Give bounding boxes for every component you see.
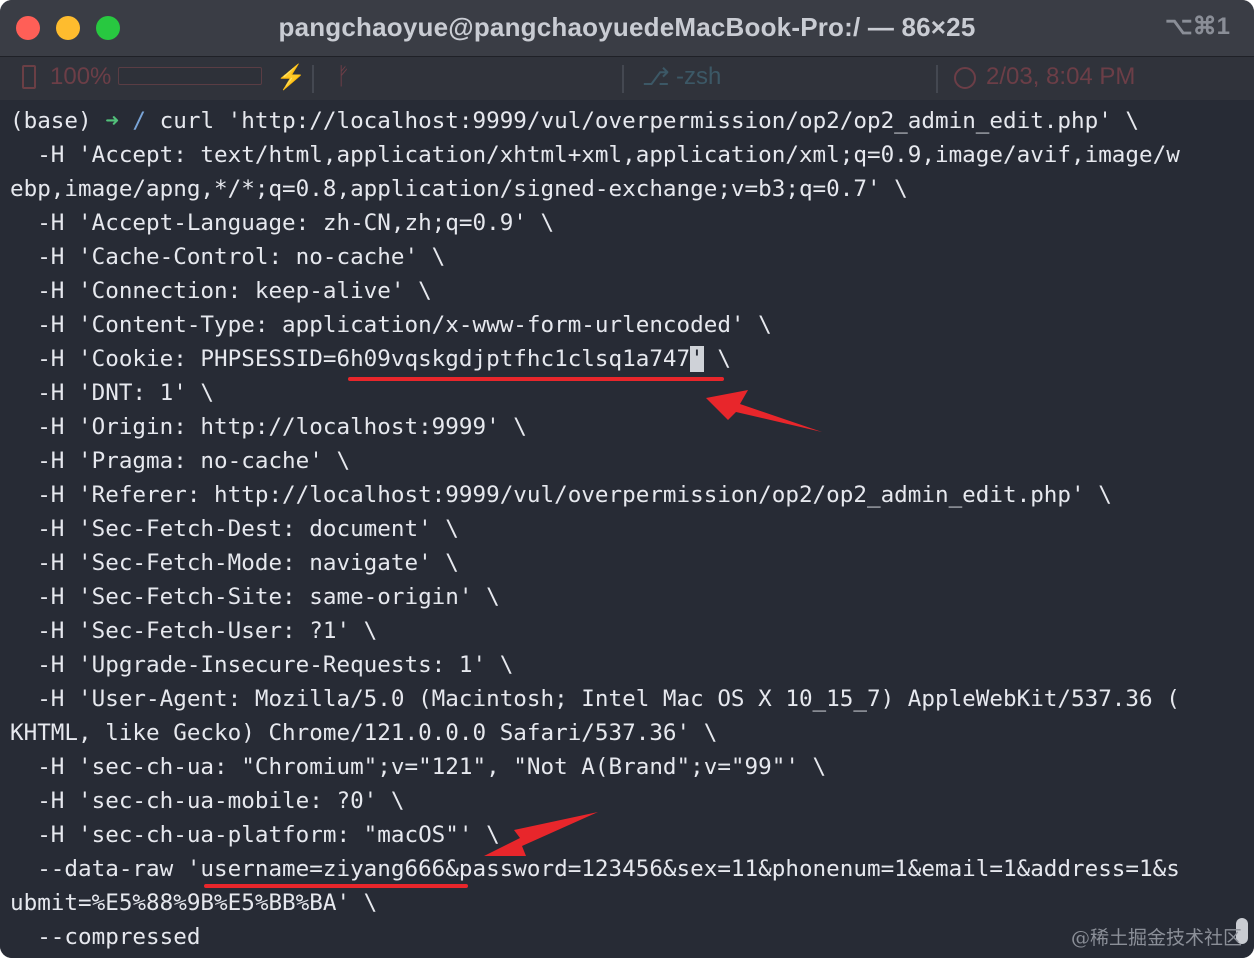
shell-name: -zsh	[676, 63, 722, 90]
status-divider	[312, 65, 314, 93]
text-cursor: '	[690, 346, 704, 372]
terminal-line: ubmit=%E5%88%9B%E5%BB%BA' \	[10, 890, 378, 916]
terminal-line-cookie: -H 'Cookie: PHPSESSID=6h09vqskgdjptfhc1c…	[10, 342, 731, 376]
terminal-line: -H 'Content-Type: application/x-www-form…	[10, 312, 772, 338]
cookie-header-text: -H 'Cookie: PHPSESSID=6h09vqskgdjptfhc1c…	[10, 346, 691, 372]
terminal-line: -H 'Connection: keep-alive' \	[10, 278, 432, 304]
terminal-line: -H 'DNT: 1' \	[10, 380, 215, 406]
battery-level-bar	[118, 67, 262, 85]
terminal-line: -H 'Pragma: no-cache' \	[10, 448, 351, 474]
terminal-line: KHTML, like Gecko) Chrome/121.0.0.0 Safa…	[10, 720, 718, 746]
status-datetime: 2/03, 8:04 PM	[986, 63, 1136, 90]
git-icon: ⎇	[642, 64, 670, 91]
terminal-line: -H 'Upgrade-Insecure-Requests: 1' \	[10, 652, 514, 678]
command-text: curl 'http://localhost:9999/vul/overperm…	[159, 108, 1140, 134]
username-underline-annotation	[204, 884, 468, 888]
terminal-line: --data-raw 'username=ziyang666&password=…	[10, 856, 1180, 882]
terminal-line: -H 'Sec-Fetch-User: ?1' \	[10, 618, 378, 644]
battery-icon	[22, 65, 36, 89]
window-title: pangchaoyue@pangchaoyuedeMacBook-Pro:/ —…	[278, 12, 976, 42]
terminal-output[interactable]: (base) ➜ / curl 'http://localhost:9999/v…	[0, 100, 1254, 958]
terminal-line: -H 'sec-ch-ua-mobile: ?0' \	[10, 788, 405, 814]
terminal-line: -H 'Sec-Fetch-Dest: document' \	[10, 516, 459, 542]
line-continuation: \	[703, 346, 731, 372]
watermark: @稀土掘金技术社区	[1070, 927, 1242, 949]
terminal-line: -H 'sec-ch-ua-platform: "macOS"' \	[10, 822, 500, 848]
terminal-line: (base) ➜ / curl 'http://localhost:9999/v…	[10, 104, 1139, 138]
prompt-env: (base)	[10, 108, 106, 134]
terminal-window: pangchaoyue@pangchaoyuedeMacBook-Pro:/ —…	[0, 0, 1254, 958]
title-bar: pangchaoyue@pangchaoyuedeMacBook-Pro:/ —…	[0, 0, 1254, 57]
terminal-line: ebp,image/apng,*/*;q=0.8,application/sig…	[10, 176, 908, 202]
status-divider	[622, 65, 624, 93]
clock-icon	[954, 67, 976, 89]
terminal-line: --compressed	[10, 924, 201, 950]
terminal-line: -H 'Accept: text/html,application/xhtml+…	[10, 142, 1180, 168]
cookie-underline-annotation	[348, 377, 724, 381]
terminal-line: -H 'Accept-Language: zh-CN,zh;q=0.9' \	[10, 210, 555, 236]
branch-icon: ᚠ	[336, 63, 351, 90]
terminal-line: -H 'Sec-Fetch-Mode: navigate' \	[10, 550, 459, 576]
terminal-line: -H 'Sec-Fetch-Site: same-origin' \	[10, 584, 500, 610]
terminal-line: -H 'sec-ch-ua: "Chromium";v="121", "Not …	[10, 754, 827, 780]
terminal-line: -H 'User-Agent: Mozilla/5.0 (Macintosh; …	[10, 686, 1180, 712]
prompt-directory: /	[118, 108, 160, 134]
prompt-arrow-icon: ➜	[105, 108, 119, 134]
status-divider	[936, 65, 938, 93]
status-bar: 100% ⚡ ᚠ ⎇ -zsh 2/03, 8:04 PM	[0, 57, 1254, 100]
charging-bolt-icon: ⚡	[276, 64, 306, 91]
tab-shortcut-label: ⌥⌘1	[1164, 13, 1230, 40]
terminal-line: -H 'Referer: http://localhost:9999/vul/o…	[10, 482, 1112, 508]
terminal-line: -H 'Origin: http://localhost:9999' \	[10, 414, 527, 440]
battery-percentage: 100%	[50, 63, 112, 90]
terminal-line: -H 'Cache-Control: no-cache' \	[10, 244, 446, 270]
